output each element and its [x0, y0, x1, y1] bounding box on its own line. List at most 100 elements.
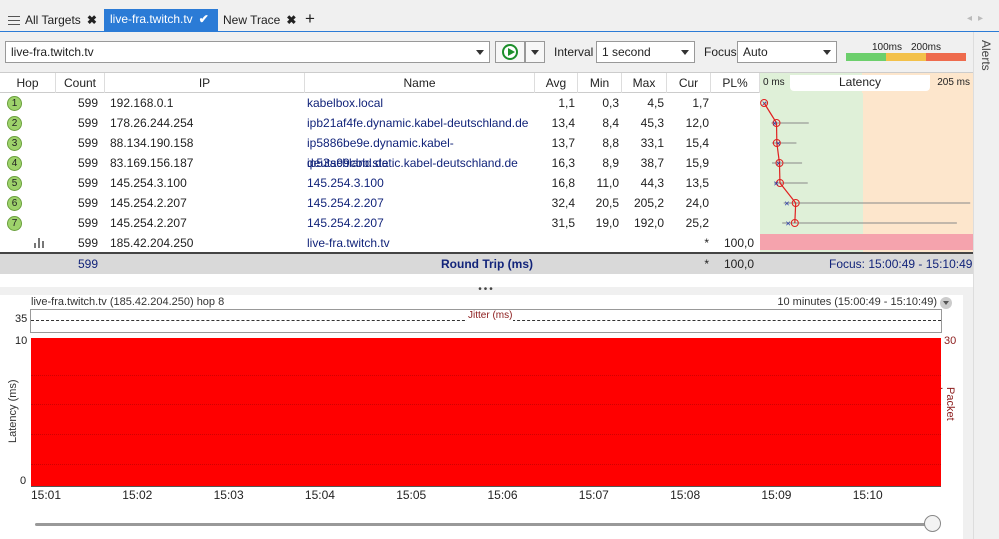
cell-avg: 32,4: [551, 196, 575, 210]
tab-live-fra-label: live-fra.twitch.tv: [110, 12, 193, 26]
cell-pl: [711, 153, 754, 173]
cell-min: 8,4: [602, 116, 619, 130]
col-min[interactable]: Min: [578, 73, 622, 93]
col-name[interactable]: Name: [305, 73, 535, 93]
cell-cur: 12,0: [685, 116, 709, 130]
table-row[interactable]: 5 599 145.254.3.100 145.254.3.100 16,8 11,0 44…: [0, 173, 760, 193]
hop-number-badge: 2: [7, 116, 22, 131]
cell-min: [578, 233, 619, 253]
cell-count: 599: [77, 236, 98, 250]
table-row[interactable]: 599 185.42.204.250 live-fra.twitch.tv * 100,…: [0, 233, 760, 253]
latency-min-label: 0 ms: [763, 77, 785, 88]
legend-bad-segment: [926, 53, 966, 61]
x-tick-label: 15:02: [122, 488, 153, 502]
table-row[interactable]: 6 599 145.254.2.207 145.254.2.207 32,4 20,5 20…: [0, 193, 760, 213]
cell-ip: 88.134.190.158: [110, 136, 194, 150]
cell-pl: [711, 213, 754, 233]
x-tick-label: 15:04: [304, 488, 335, 502]
range-dropdown-icon[interactable]: [940, 297, 952, 309]
time-slider-track[interactable]: [35, 523, 935, 526]
col-count[interactable]: Count: [56, 73, 105, 93]
add-tab-icon[interactable]: +: [305, 9, 315, 29]
focus-select[interactable]: Auto: [737, 41, 837, 63]
col-pl[interactable]: PL%: [711, 73, 760, 93]
check-icon[interactable]: ✔: [199, 12, 209, 26]
alerts-label: Alerts: [979, 40, 993, 71]
latency-max-label: 205 ms: [937, 77, 970, 88]
hop-number-badge: 6: [7, 196, 22, 211]
latency-good-zone: [760, 93, 863, 253]
y-min-label: 0: [20, 475, 27, 487]
cell-avg: [535, 233, 575, 253]
latency-loss-zone: [760, 234, 973, 250]
table-row[interactable]: 7 599 145.254.2.207 145.254.2.207 31,5 19,0 19…: [0, 213, 760, 233]
graph-scrollbar[interactable]: [963, 295, 973, 539]
cell-max: 45,3: [640, 116, 664, 130]
cell-avg: 13,4: [551, 116, 575, 130]
table-row[interactable]: 2 599 178.26.244.254 ipb21af4fe.dynamic.kab…: [0, 113, 760, 133]
col-ip[interactable]: IP: [105, 73, 305, 93]
target-value: live-fra.twitch.tv: [11, 45, 94, 59]
menu-icon[interactable]: [8, 16, 20, 25]
tab-new-trace[interactable]: New Trace ✖: [219, 10, 300, 32]
hop-number-badge: 1: [7, 96, 22, 111]
y2-max-label: 30: [944, 335, 957, 347]
table-row[interactable]: 3 599 88.134.190.158 ip5886be9e.dynamic.kab…: [0, 133, 760, 170]
packet-loss-area: [31, 338, 941, 486]
hop-number-badge: 4: [7, 156, 22, 171]
cell-pl: [711, 193, 754, 213]
cell-min: 8,9: [602, 156, 619, 170]
hop-number-badge: 3: [7, 136, 22, 151]
cell-name: 145.254.3.100: [307, 176, 384, 190]
hop-number-badge: 5: [7, 176, 22, 191]
cell-cur: 15,9: [685, 156, 709, 170]
close-icon[interactable]: ✖: [87, 13, 97, 27]
x-tick-label: 15:05: [396, 488, 427, 502]
x-tick-label: 15:03: [213, 488, 244, 502]
close-icon[interactable]: ✖: [286, 13, 296, 27]
latency-header-label: Latency: [790, 75, 930, 91]
summary-cur: *: [704, 257, 709, 271]
table-row[interactable]: 1 599 192.168.0.1 kabelbox.local 1,1 0,3 4,5 1,…: [0, 93, 760, 113]
cell-max: 33,1: [640, 136, 664, 150]
legend-good-segment: [846, 53, 886, 61]
latency-cur-marker: ×: [776, 159, 781, 169]
cell-count: 599: [77, 216, 98, 230]
summary-focus: Focus: 15:00:49 - 15:10:49: [829, 257, 973, 271]
hop-table: Hop Count IP Name Avg Min Max Cur PL% 0 …: [0, 72, 973, 287]
cell-name: ip53a99cbb.static.kabel-deutschland.de: [307, 156, 518, 170]
cell-min: 8,8: [602, 136, 619, 150]
interval-select[interactable]: 1 second: [596, 41, 695, 63]
cell-name: live-fra.twitch.tv: [307, 236, 390, 250]
panel-splitter[interactable]: •••: [0, 285, 973, 295]
cell-name: kabelbox.local: [307, 96, 384, 110]
cell-pl: 100,0: [723, 236, 754, 250]
col-max[interactable]: Max: [622, 73, 667, 93]
summary-count: 599: [77, 257, 98, 271]
cell-min: 11,0: [596, 176, 619, 190]
col-cur[interactable]: Cur: [667, 73, 711, 93]
alerts-side-panel[interactable]: Alerts: [973, 32, 999, 539]
col-latency[interactable]: 0 ms Latency 205 ms: [760, 73, 973, 93]
legend-200-label: 200ms: [911, 42, 942, 53]
gridline: [31, 375, 941, 376]
latency-cur-marker: ×: [774, 179, 779, 189]
cell-pl: [711, 93, 754, 113]
col-avg[interactable]: Avg: [535, 73, 578, 93]
tab-scroll-arrows-icon[interactable]: ◂▸: [967, 13, 989, 24]
trace-options-dropdown[interactable]: [525, 41, 545, 63]
graph-range[interactable]: 10 minutes (15:00:49 - 15:10:49): [777, 296, 937, 308]
cell-cur: 15,4: [685, 136, 709, 150]
cell-count: 599: [77, 96, 98, 110]
tab-all-targets[interactable]: All Targets ✖: [4, 10, 101, 32]
col-hop[interactable]: Hop: [0, 73, 56, 93]
table-row[interactable]: 4 599 83.169.156.187 ip53a99cbb.static.kabe…: [0, 153, 760, 173]
cell-avg: 16,3: [551, 156, 575, 170]
gridline: [31, 434, 941, 435]
time-slider-thumb[interactable]: [924, 515, 941, 532]
cell-max: 192,0: [633, 216, 664, 230]
cell-cur: 24,0: [685, 196, 709, 210]
start-trace-button[interactable]: [495, 41, 525, 63]
target-select[interactable]: live-fra.twitch.tv: [5, 41, 490, 63]
tab-live-fra[interactable]: live-fra.twitch.tv ✔: [104, 9, 218, 32]
